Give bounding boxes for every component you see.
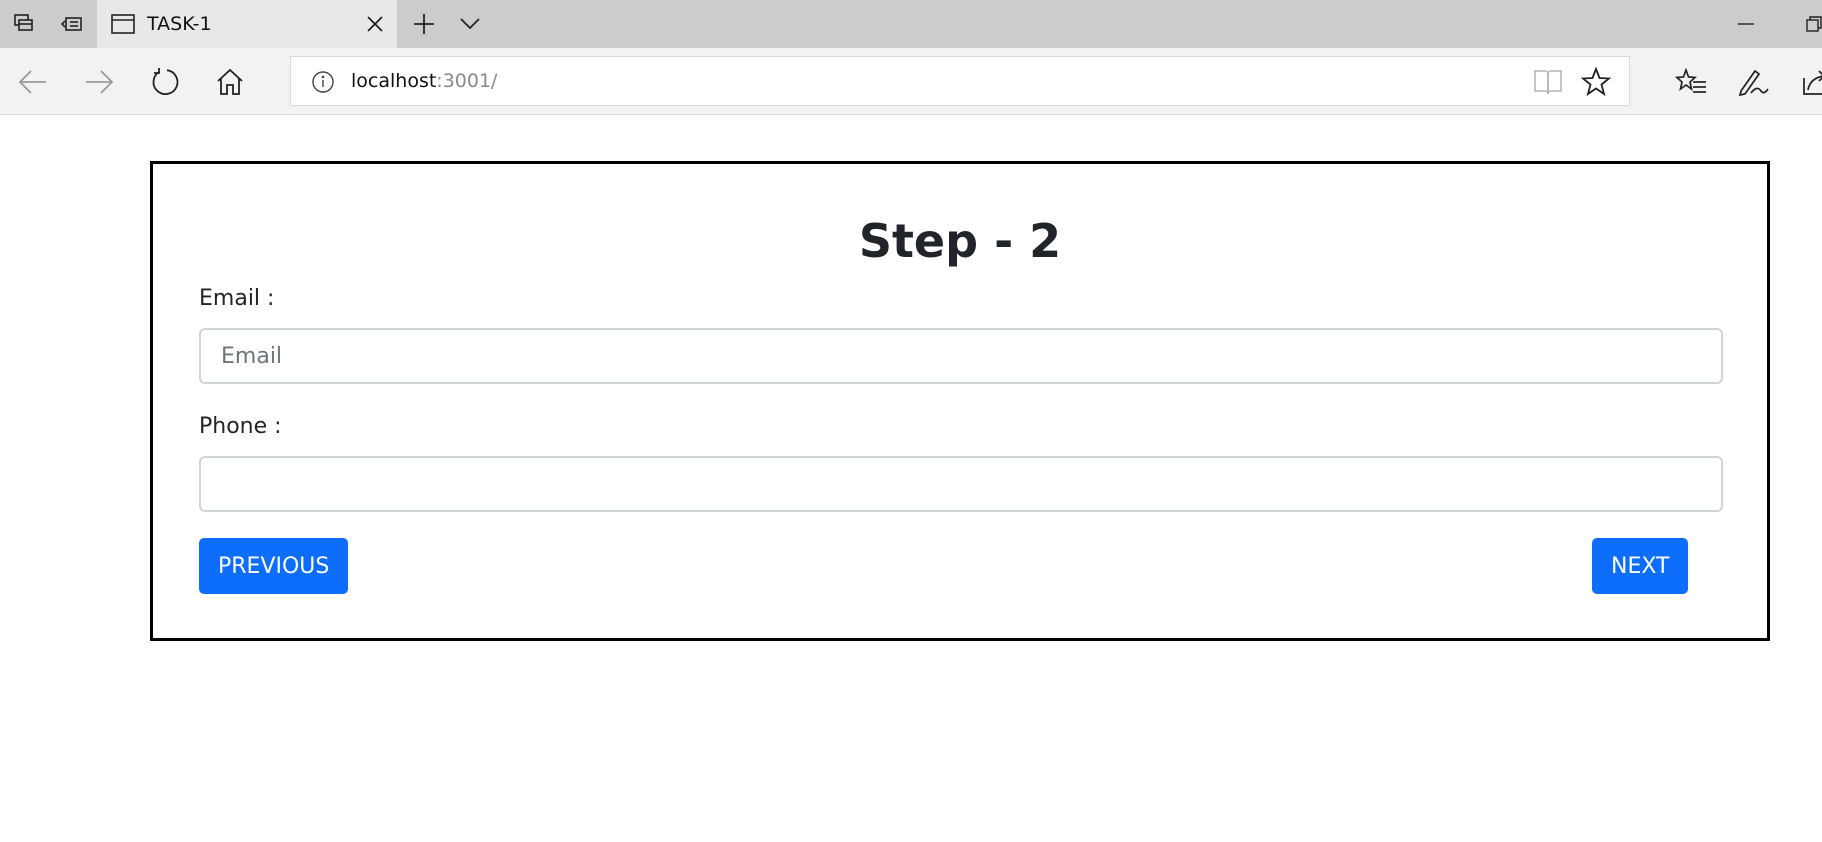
url-port-path: :3001/ bbox=[436, 70, 498, 92]
tab-title: TASK-1 bbox=[147, 13, 212, 35]
restore-tabs-icon[interactable] bbox=[48, 0, 96, 48]
email-label: Email : bbox=[199, 286, 275, 311]
back-icon[interactable] bbox=[8, 57, 58, 107]
previous-button[interactable]: PREVIOUS bbox=[199, 538, 349, 594]
browser-tab[interactable]: TASK-1 bbox=[97, 0, 397, 48]
restore-window-icon[interactable] bbox=[1790, 0, 1822, 48]
tab-bar: TASK-1 bbox=[0, 0, 1822, 48]
page-icon bbox=[111, 13, 135, 39]
address-bar[interactable]: localhost:3001/ bbox=[290, 56, 1630, 106]
new-tab-icon[interactable] bbox=[400, 0, 448, 48]
email-field[interactable] bbox=[199, 328, 1723, 384]
home-icon[interactable] bbox=[205, 57, 255, 107]
web-note-icon[interactable] bbox=[1728, 57, 1778, 107]
share-icon[interactable] bbox=[1790, 57, 1822, 107]
close-icon[interactable] bbox=[363, 12, 387, 36]
reading-view-icon[interactable] bbox=[1533, 68, 1563, 100]
favorite-star-icon[interactable] bbox=[1580, 66, 1612, 101]
step-form-card: Step - 2 Email : Phone : PREVIOUS NEXT bbox=[150, 161, 1770, 641]
phone-field[interactable] bbox=[199, 456, 1723, 512]
chevron-down-icon[interactable] bbox=[446, 0, 494, 48]
url-host: localhost bbox=[351, 70, 437, 92]
phone-label: Phone : bbox=[199, 414, 282, 439]
tabs-aside-icon[interactable] bbox=[0, 0, 48, 48]
next-button[interactable]: NEXT bbox=[1592, 538, 1689, 594]
page-title: Step - 2 bbox=[858, 214, 1062, 268]
forward-icon[interactable] bbox=[74, 57, 124, 107]
favorites-hub-icon[interactable] bbox=[1666, 57, 1716, 107]
navigation-bar: localhost:3001/ bbox=[0, 48, 1822, 115]
info-icon[interactable] bbox=[311, 70, 335, 98]
url-text[interactable]: localhost:3001/ bbox=[351, 57, 497, 105]
minimize-icon[interactable] bbox=[1722, 0, 1770, 48]
refresh-icon[interactable] bbox=[140, 57, 190, 107]
